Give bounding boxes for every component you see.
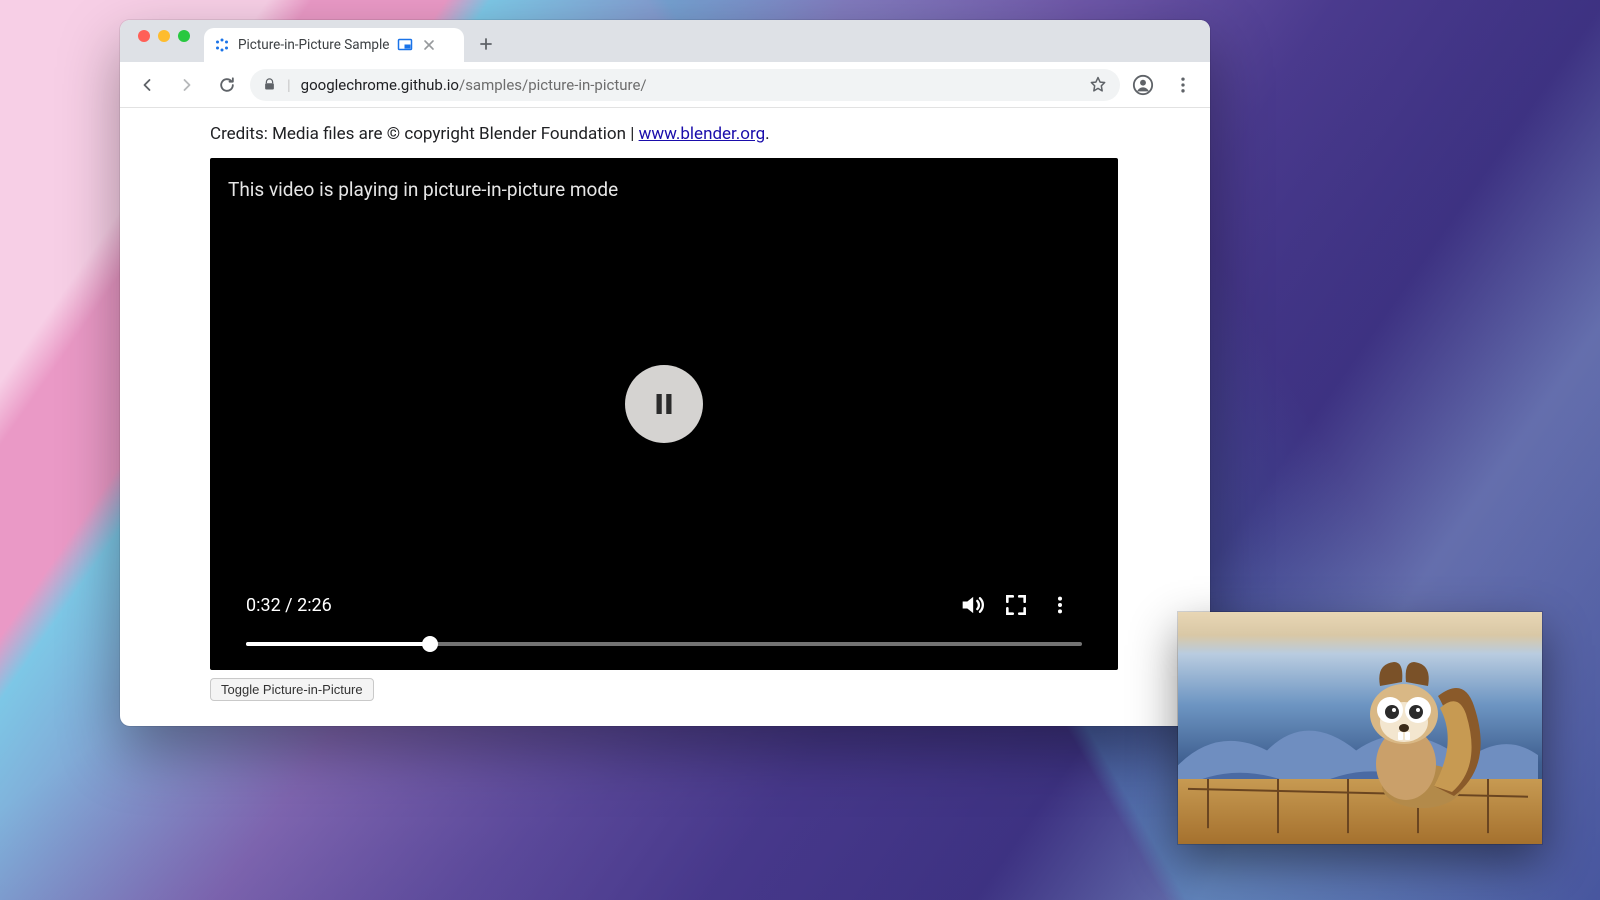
window-minimize-button[interactable] — [158, 30, 170, 42]
time-total: 2:26 — [297, 595, 332, 616]
credits-suffix: . — [765, 124, 769, 144]
pause-button[interactable] — [625, 365, 703, 443]
kebab-menu-button[interactable] — [1166, 68, 1200, 102]
pip-character-icon — [1334, 636, 1494, 816]
credits-prefix: Credits: Media files are © copyright Ble… — [210, 124, 639, 144]
browser-window: Picture-in-Picture Sample — [120, 20, 1210, 726]
time-display: 0:32 / 2:26 — [246, 595, 332, 616]
pip-message: This video is playing in picture-in-pict… — [228, 178, 618, 201]
credits-link[interactable]: www.blender.org — [639, 124, 766, 144]
address-separator: | — [287, 76, 291, 94]
video-controls: 0:32 / 2:26 — [210, 582, 1118, 670]
window-zoom-button[interactable] — [178, 30, 190, 42]
bookmark-star-button[interactable] — [1088, 75, 1108, 95]
credits-line: Credits: Media files are © copyright Ble… — [210, 124, 1120, 144]
tab-close-button[interactable] — [421, 37, 437, 53]
url-path: /samples/picture-in-picture/ — [459, 76, 647, 94]
kebab-icon — [1049, 594, 1071, 616]
time-current: 0:32 — [246, 595, 281, 616]
window-traffic-lights — [132, 20, 196, 62]
tab-strip: Picture-in-Picture Sample — [120, 20, 1210, 62]
desktop-wallpaper: Picture-in-Picture Sample — [0, 0, 1600, 900]
browser-tab[interactable]: Picture-in-Picture Sample — [204, 28, 464, 62]
pip-floating-window[interactable] — [1178, 612, 1542, 844]
back-button[interactable] — [130, 68, 164, 102]
volume-button[interactable] — [950, 583, 994, 627]
lock-icon — [262, 77, 277, 92]
fullscreen-button[interactable] — [994, 583, 1038, 627]
seek-bar[interactable] — [246, 636, 1082, 652]
page-content: Credits: Media files are © copyright Ble… — [120, 108, 1210, 726]
pause-icon — [649, 389, 679, 419]
video-player[interactable]: This video is playing in picture-in-pict… — [210, 158, 1118, 670]
url-domain: googlechrome.github.io — [301, 76, 459, 94]
more-options-button[interactable] — [1038, 583, 1082, 627]
pip-indicator-icon — [397, 37, 413, 53]
reload-button[interactable] — [210, 68, 244, 102]
profile-button[interactable] — [1126, 68, 1160, 102]
forward-button[interactable] — [170, 68, 204, 102]
new-tab-button[interactable] — [472, 30, 500, 58]
window-close-button[interactable] — [138, 30, 150, 42]
tab-favicon-icon — [214, 37, 230, 53]
tab-title: Picture-in-Picture Sample — [238, 37, 389, 53]
volume-icon — [958, 591, 986, 619]
address-bar[interactable]: | googlechrome.github.io/samples/picture… — [250, 69, 1120, 101]
browser-toolbar: | googlechrome.github.io/samples/picture… — [120, 62, 1210, 108]
toggle-pip-button[interactable]: Toggle Picture-in-Picture — [210, 678, 374, 701]
fullscreen-icon — [1003, 592, 1029, 618]
